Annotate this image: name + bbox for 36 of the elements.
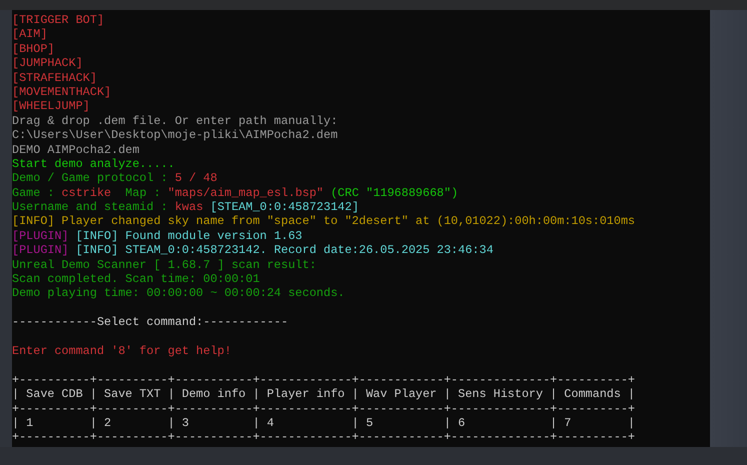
console-text: +----------+----------+-----------+-------------+------------+--------------+----------+ [12,372,635,387]
console-text: [BHOP] [12,42,54,56]
console-text: Scan completed. Scan time: 00:00:01 [12,272,260,286]
console-text: +----------+----------+-----------+-------------+------------+--------------+----------+ [12,402,635,416]
console-text: Enter command '8' for get help! [12,344,232,358]
console-text: [WHEELJUMP] [12,99,90,114]
console-text: kwas [174,200,204,214]
console-text: [PLUGIN] [12,228,69,243]
console-text: "maps/aim_map_esl.bsp" [168,186,324,200]
console-text: [AIM] [12,27,48,42]
console-text: C:\Users\User\Desktop\moje-pliki\AIMPocha2.dem [12,128,338,142]
console-text: [JUMPHACK] [12,56,83,70]
console-text: 5 / 48 [174,171,218,186]
console-text: [INFO] Found module version 1.63 [74,228,302,243]
console-text: [INFO] STEAM_0:0:458723142. Record date:26.05.2025 23:46:34 [74,243,494,258]
console-text: DEMO AIMPocha2.dem [12,142,140,157]
console-text: Start demo analyze..... [12,156,175,171]
console-text: Map : [124,186,162,200]
console-text: Drag & drop .dem file. Or enter path manually: [12,114,338,128]
console-text: cstrike [62,186,112,200]
console-text: (CRC "1196889668") [330,186,458,200]
console-text: ------------Select command:------------ [12,315,288,330]
console-text: | Save CDB | Save TXT | Demo info | Player info | Wav Player | Sens History | Commands | [12,387,635,402]
console-text: Game : [12,186,56,200]
console-text: [TRIGGER BOT] [12,13,104,27]
console-text: Username and steamid : [12,200,169,214]
console-text: | 1 | 2 | 3 | 4 | 5 | 6 | 7 | [12,416,635,430]
console-text: [STEAM_0:0:458723142] [209,200,359,214]
console-text: [INFO] Player changed sky name from "space" to "2desert" at (10,01022):00h:00m:10s:010ms [12,214,635,228]
console-text: [MOVEMENTHACK] [12,84,112,99]
console-text: Demo playing time: 00:00:00 ~ 00:00:24 seconds. [12,286,345,300]
console-text: +----------+----------+-----------+-------------+------------+--------------+----------+ [12,430,635,444]
console-text: Unreal Demo Scanner [ 1.68.7 ] scan result: [12,258,316,272]
console-text: [PLUGIN] [12,243,69,258]
console-text: Demo / Game protocol : [12,171,169,186]
console-text: [STRAFEHACK] [12,70,97,85]
